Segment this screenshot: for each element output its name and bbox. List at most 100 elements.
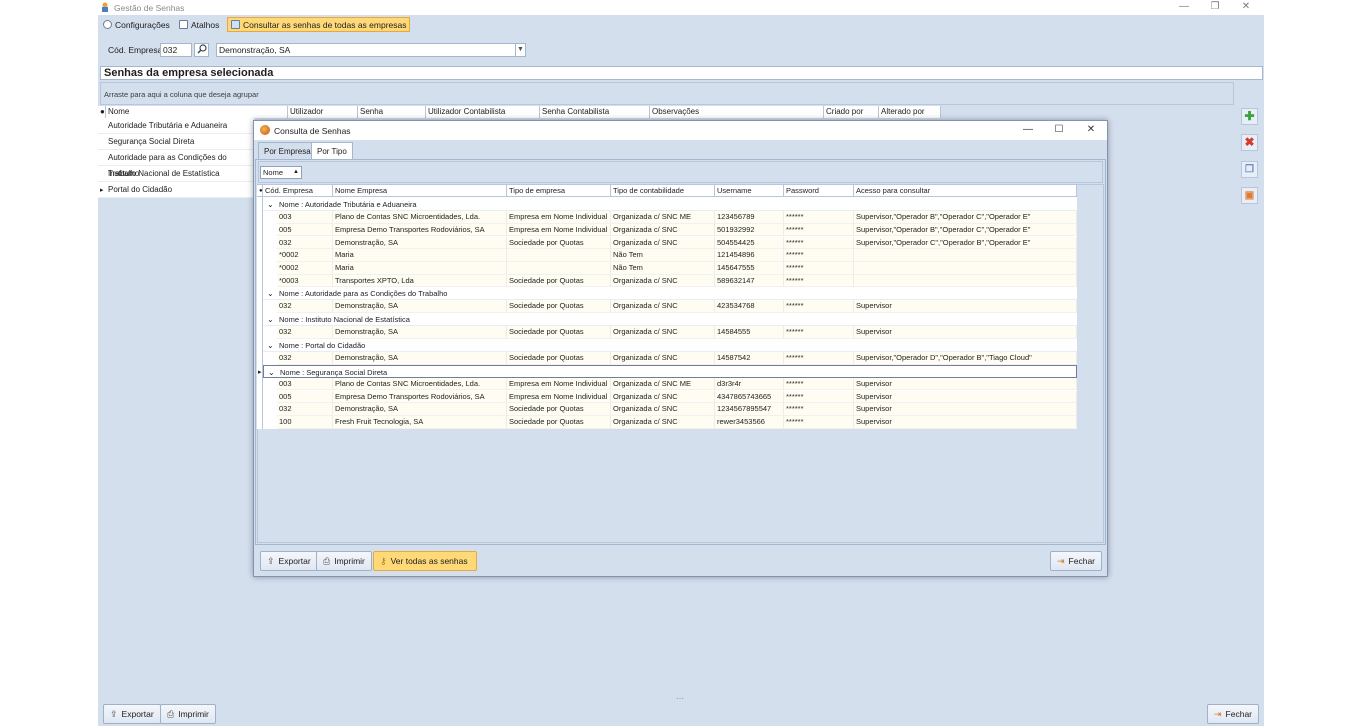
cell-tipo-empresa xyxy=(507,249,611,262)
search-button[interactable] xyxy=(194,43,209,57)
group-by-panel[interactable] xyxy=(258,161,1103,183)
group-row[interactable]: ⌄ Nome : Autoridade para as Condições do … xyxy=(263,287,1077,301)
column-header-username[interactable]: Username xyxy=(715,185,784,197)
copy-button[interactable]: ❐ xyxy=(1241,161,1258,178)
group-row[interactable]: ⌄ Nome : Segurança Social Direta xyxy=(263,364,1077,379)
column-header-cod-empresa[interactable]: Cód. Empresa xyxy=(263,185,333,197)
chevron-down-icon[interactable]: ⌄ xyxy=(267,339,274,352)
close-main-button[interactable]: ⇥ Fechar xyxy=(1207,704,1260,724)
cell-cod-empresa: 032 xyxy=(277,300,333,313)
dialog-close-button[interactable]: ✕ xyxy=(1083,123,1099,137)
dialog-close-button-bottom[interactable]: ⇥ Fechar xyxy=(1050,551,1103,571)
chevron-down-icon[interactable]: ⌄ xyxy=(267,287,274,300)
cell-tipo-contabilidade: Organizada c/ SNC xyxy=(611,352,715,364)
table-row[interactable]: 005 Empresa Demo Transportes Rodoviários,… xyxy=(277,223,1077,237)
key-icon: ⚷ xyxy=(380,555,387,566)
cell-nome-empresa: Maria xyxy=(333,249,507,262)
group-row[interactable]: ⌄ Nome : Portal do Cidadão xyxy=(263,338,1077,352)
cell-cod-empresa: 032 xyxy=(277,236,333,249)
cell-nome-empresa: Maria xyxy=(333,261,507,274)
column-header-tipo-empresa[interactable]: Tipo de empresa xyxy=(507,185,611,197)
group-row[interactable]: ⌄ Nome : Instituto Nacional de Estatístic… xyxy=(263,313,1077,327)
cell-password: ****** xyxy=(784,415,854,428)
add-button[interactable]: ✚ xyxy=(1241,108,1258,125)
dialog-print-button[interactable]: ⎙ Imprimir xyxy=(316,551,372,571)
column-header-alterado-por[interactable]: Alterado por xyxy=(879,106,941,118)
print-label: Imprimir xyxy=(178,709,209,719)
column-header-senha[interactable]: Senha xyxy=(358,106,426,118)
table-row[interactable]: 100 Fresh Fruit Tecnologia, SA Sociedade p… xyxy=(277,415,1077,429)
column-header-utilizador[interactable]: Utilizador xyxy=(288,106,358,118)
company-select[interactable]: Demonstração, SA ▼ xyxy=(216,43,526,57)
column-header-utilizador-cc[interactable]: Utilizador Contabilista Certificado xyxy=(426,106,540,128)
column-header-senha-cc[interactable]: Senha Contabilista Certificado xyxy=(540,106,650,128)
tab-por-tipo[interactable]: Por Tipo xyxy=(311,142,353,160)
table-row[interactable]: 003 Plano de Contas SNC Microentidades, L… xyxy=(277,211,1077,224)
menu-consultar-senhas[interactable]: Consultar as senhas de todas as empresas xyxy=(227,17,411,32)
table-row[interactable]: 003 Plano de Contas SNC Microentidades, L… xyxy=(277,377,1077,391)
table-row[interactable]: *0002 Maria Não Tem 121454896 ****** xyxy=(277,249,1077,262)
search-icon xyxy=(196,44,207,54)
table-row[interactable]: 032 Demonstração, SA Sociedade por Quotas O… xyxy=(277,352,1077,365)
table-row[interactable]: 032 Demonstração, SA Sociedade por Quotas O… xyxy=(277,403,1077,416)
group-by-hint: Arraste para aqui a coluna que deseja ag… xyxy=(104,90,259,99)
column-header-password[interactable]: Password xyxy=(784,185,854,197)
cell-nome-empresa: Fresh Fruit Tecnologia, SA xyxy=(333,415,507,428)
column-header-criado-por[interactable]: Criado por xyxy=(824,106,879,118)
menu-atalhos[interactable]: Atalhos xyxy=(176,17,222,32)
table-row[interactable]: Autoridade Tributária e Aduaneira xyxy=(98,118,254,134)
column-header-nome[interactable]: Nome xyxy=(106,106,288,118)
dialog-minimize-button[interactable]: — xyxy=(1020,123,1036,137)
cell-tipo-empresa: Sociedade por Quotas xyxy=(507,352,611,364)
group-by-chip[interactable]: Nome ▲ xyxy=(260,166,302,179)
table-row[interactable]: 032 Demonstração, SA Sociedade por Quotas O… xyxy=(277,326,1077,339)
cell-username: 504554425 xyxy=(715,236,784,249)
cell-tipo-empresa: Sociedade por Quotas xyxy=(507,274,611,287)
print-button[interactable]: ⎙ Imprimir xyxy=(160,704,216,724)
dialog-export-button[interactable]: ⇪ Exportar xyxy=(260,551,318,571)
chevron-down-icon[interactable]: ▼ xyxy=(515,44,525,56)
minimize-button[interactable]: — xyxy=(1176,1,1192,13)
chevron-down-icon[interactable]: ⌄ xyxy=(267,313,274,326)
group-row[interactable]: ⌄ Nome : Autoridade Tributária e Aduaneir… xyxy=(263,198,1077,211)
column-header-acesso[interactable]: Acesso para consultar xyxy=(854,185,1077,197)
cell-tipo-contabilidade: Não Tem xyxy=(611,249,715,262)
cell-acesso: Supervisor xyxy=(854,415,1077,428)
view-all-passwords-button[interactable]: ⚷ Ver todas as senhas xyxy=(373,551,477,571)
export-side-button[interactable]: ▣ xyxy=(1241,187,1258,204)
export-button[interactable]: ⇪ Exportar xyxy=(103,704,161,724)
cell-username: 123456789 xyxy=(715,211,784,224)
group-by-panel[interactable] xyxy=(100,82,1234,105)
table-row[interactable]: 032 Demonstração, SA Sociedade por Quotas O… xyxy=(277,300,1077,314)
close-button[interactable]: ✕ xyxy=(1238,1,1254,13)
table-row[interactable]: Autoridade para as Condições do Trabalho xyxy=(98,150,254,178)
delete-button[interactable]: ✖ xyxy=(1241,134,1258,151)
chevron-down-icon[interactable]: ⌄ xyxy=(268,366,275,379)
table-row[interactable]: *0003 Transportes XPTO, Lda Sociedade por … xyxy=(277,274,1077,288)
splitter-grip[interactable]: ⋯ xyxy=(676,694,684,703)
column-header-tipo-contabilidade[interactable]: Tipo de contabilidade xyxy=(611,185,715,197)
tab-por-empresa[interactable]: Por Empresa xyxy=(258,142,317,159)
table-row[interactable]: Instituto Nacional de Estatística xyxy=(98,166,254,182)
cell-cod-empresa: 005 xyxy=(277,390,333,403)
company-code-input[interactable]: 032 xyxy=(160,43,192,57)
table-row[interactable]: Portal do Cidadão xyxy=(98,182,254,198)
header-indicator: ● xyxy=(98,106,106,118)
dialog-maximize-button[interactable]: ☐ xyxy=(1051,123,1067,137)
row-indicator-icon: ▸ xyxy=(100,187,104,194)
cell-password: ****** xyxy=(784,377,854,390)
chevron-down-icon[interactable]: ⌄ xyxy=(267,198,274,211)
table-row[interactable]: Segurança Social Direta xyxy=(98,134,254,150)
menu-configuracoes[interactable]: Configurações xyxy=(100,17,173,32)
cell-nome-empresa: Demonstração, SA xyxy=(333,236,507,249)
cell-tipo-contabilidade: Organizada c/ SNC xyxy=(611,390,715,403)
column-header-observacoes[interactable]: Observações xyxy=(650,106,824,118)
dialog-titlebar xyxy=(254,121,1107,140)
cell-acesso: Supervisor xyxy=(854,377,1077,390)
maximize-button[interactable]: ❐ xyxy=(1207,1,1223,13)
table-row[interactable]: 005 Empresa Demo Transportes Rodoviários,… xyxy=(277,390,1077,404)
table-row[interactable]: *0002 Maria Não Tem 145647555 ****** xyxy=(277,261,1077,275)
table-row[interactable]: 032 Demonstração, SA Sociedade por Quotas O… xyxy=(277,236,1077,250)
column-header-nome-empresa[interactable]: Nome Empresa xyxy=(333,185,507,197)
row-indicator-icon: ▸ xyxy=(258,369,262,376)
